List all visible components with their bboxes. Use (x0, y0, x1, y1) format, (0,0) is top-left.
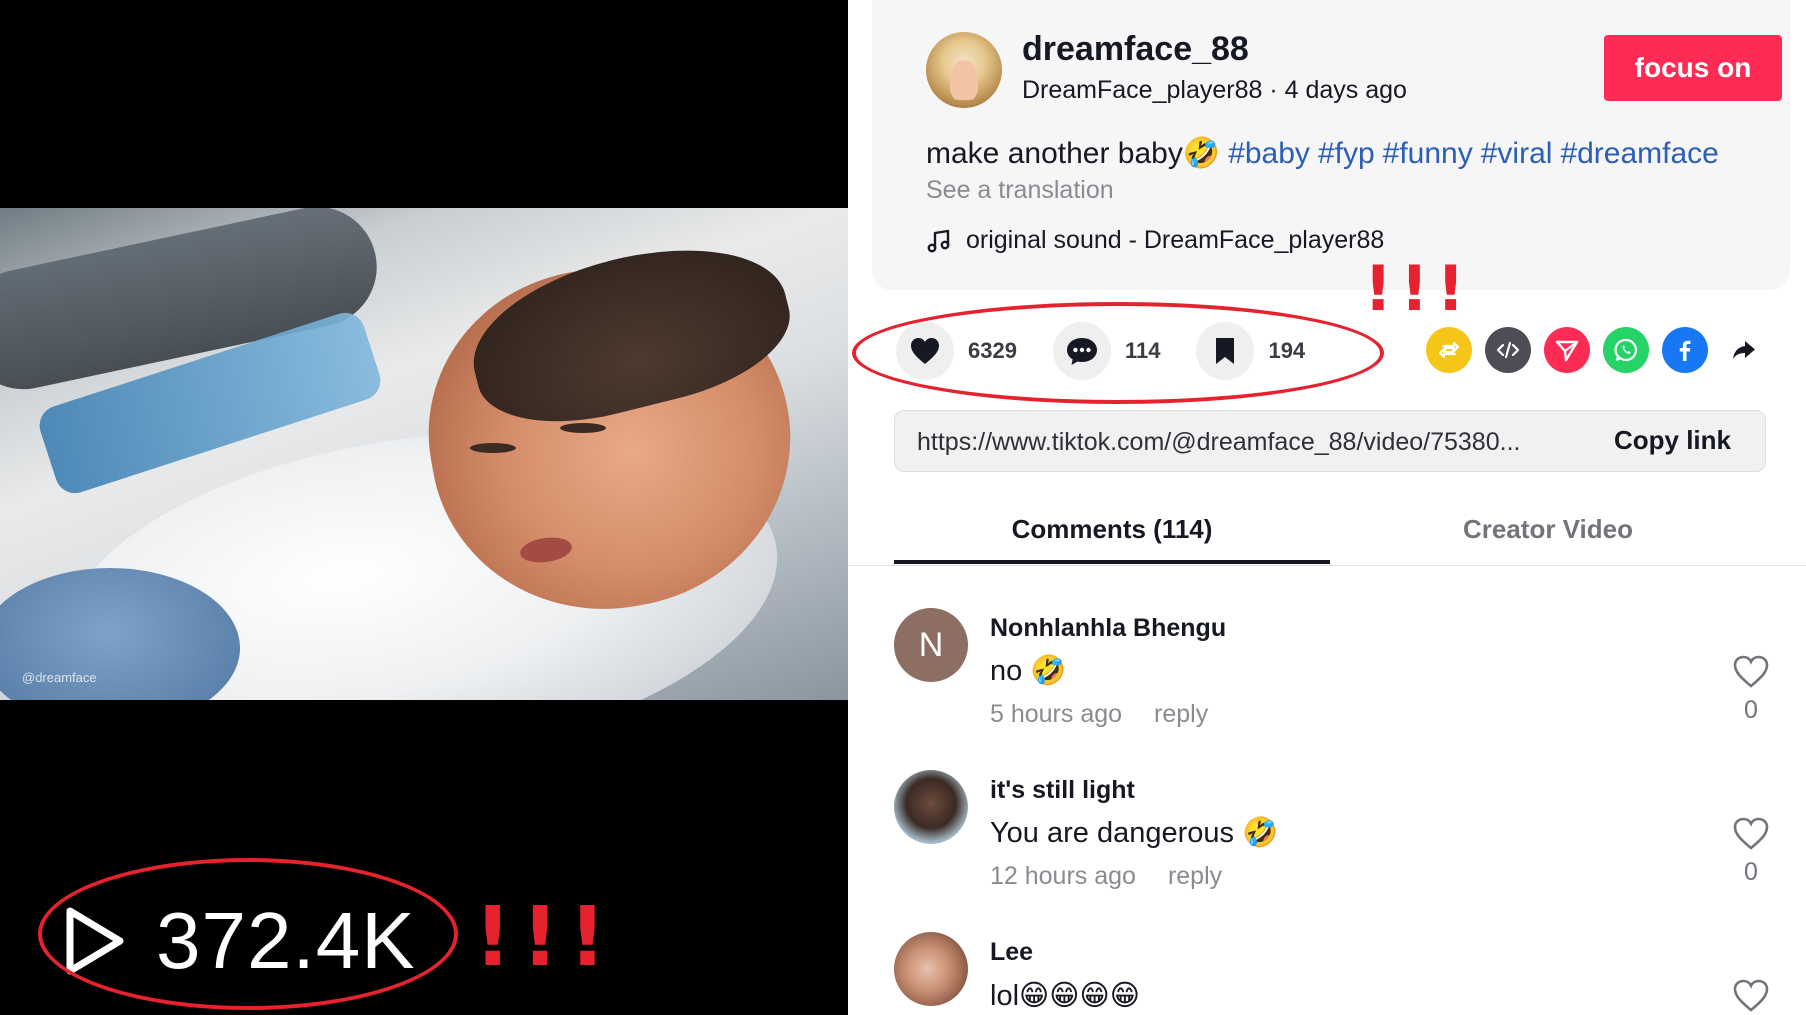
heart-outline-icon[interactable] (1732, 816, 1770, 852)
author-username[interactable]: dreamface_88 (1022, 30, 1249, 69)
author-handle[interactable]: DreamFace_player88 (1022, 76, 1262, 104)
comment-item: it's still light You are dangerous 🤣 12 … (894, 770, 1774, 920)
author-meta: DreamFace_player88 · 4 days ago (1022, 76, 1407, 105)
post-caption: make another baby🤣 #baby #fyp #funny #viral #… (926, 136, 1719, 171)
video-watermark: @dreamface (22, 670, 97, 685)
engagement-bar: 6329 114 194 (896, 322, 1341, 380)
baby-eye-right (470, 443, 516, 453)
hashtag-baby[interactable]: #baby (1228, 137, 1310, 170)
meta-separator: · (1269, 76, 1278, 104)
share-options (1426, 327, 1767, 373)
heart-outline-icon[interactable] (1732, 654, 1770, 690)
comment-item: Lee lol😁😁😁😁 (894, 932, 1774, 1015)
comment-text: lol😁😁😁😁 (990, 980, 1140, 1012)
comment-text: no 🤣 (990, 655, 1067, 687)
caption-text: make another baby🤣 (926, 137, 1221, 170)
comment-time: 12 hours ago (990, 862, 1136, 890)
tab-comments[interactable]: Comments (114) (894, 514, 1330, 545)
commenter-avatar[interactable] (894, 932, 968, 1006)
post-info-card: dreamface_88 DreamFace_player88 · 4 days… (872, 0, 1790, 290)
commenter-name[interactable]: it's still light (990, 776, 1135, 805)
save-button[interactable] (1196, 322, 1255, 380)
save-count: 194 (1268, 338, 1306, 363)
like-action[interactable]: 6329 (896, 322, 1017, 380)
see-translation-link[interactable]: See a translation (926, 176, 1114, 205)
comment-bubble-icon (1066, 338, 1097, 365)
commenter-avatar[interactable]: N (894, 608, 968, 682)
commenter-name[interactable]: Nonhlanhla Bhengu (990, 614, 1226, 643)
comment-meta: 5 hours ago reply (990, 700, 1208, 729)
save-action[interactable]: 194 (1196, 322, 1305, 380)
post-time: 4 days ago (1284, 76, 1407, 104)
embed-icon[interactable] (1485, 327, 1531, 373)
annotation-circle-views (38, 858, 458, 1010)
hashtag-viral[interactable]: #viral (1481, 137, 1553, 170)
comment-count: 114 (1124, 338, 1161, 363)
comment-meta: 12 hours ago reply (990, 862, 1222, 891)
reply-button[interactable]: reply (1168, 862, 1222, 890)
like-count: 6329 (968, 338, 1017, 363)
comment-time: 5 hours ago (990, 700, 1123, 728)
avatar-initial: N (918, 625, 944, 664)
commenter-avatar[interactable] (894, 770, 968, 844)
share-arrow-icon[interactable] (1721, 327, 1767, 373)
whatsapp-icon[interactable] (1603, 327, 1649, 373)
sound-title: original sound - DreamFace_player88 (966, 226, 1385, 254)
copy-link-button[interactable]: Copy link (1614, 425, 1731, 456)
comment-text: You are dangerous 🤣 (990, 817, 1279, 849)
follow-button[interactable]: focus on (1604, 35, 1782, 101)
reply-button[interactable]: reply (1154, 700, 1208, 728)
comment-like-count: 0 (1744, 858, 1758, 886)
comment-action[interactable]: 114 (1052, 322, 1161, 380)
tab-bar: Comments (114) Creator Video (848, 500, 1806, 566)
details-panel: dreamface_88 DreamFace_player88 · 4 days… (848, 0, 1806, 1015)
video-player[interactable]: @dreamface 372.4K !!! (0, 0, 848, 1015)
repost-icon[interactable] (1426, 327, 1472, 373)
video-link-bar: https://www.tiktok.com/@dreamface_88/vid… (894, 410, 1766, 472)
comment-item: N Nonhlanhla Bhengu no 🤣 5 hours ago repl… (894, 608, 1774, 758)
tab-creator-video[interactable]: Creator Video (1330, 514, 1766, 545)
music-note-icon (927, 229, 950, 252)
hashtag-fyp[interactable]: #fyp (1318, 137, 1375, 170)
author-avatar[interactable] (926, 32, 1002, 108)
hashtag-dreamface[interactable]: #dreamface (1560, 137, 1718, 170)
like-button[interactable] (896, 322, 954, 380)
send-icon[interactable] (1544, 327, 1590, 373)
comment-button[interactable] (1052, 322, 1111, 380)
comment-like-count: 0 (1744, 696, 1758, 724)
commenter-name[interactable]: Lee (990, 938, 1033, 967)
active-tab-indicator (894, 560, 1330, 564)
facebook-icon[interactable] (1662, 327, 1708, 373)
heart-icon (911, 338, 939, 364)
baby-eye-left (560, 423, 606, 433)
sound-link[interactable]: original sound - DreamFace_player88 (926, 226, 1384, 255)
annotation-exclamation: !!! (1364, 252, 1473, 325)
video-frame[interactable]: @dreamface (0, 208, 848, 700)
heart-outline-icon[interactable] (1732, 978, 1770, 1014)
video-url[interactable]: https://www.tiktok.com/@dreamface_88/vid… (917, 428, 1597, 457)
bookmark-icon (1216, 338, 1235, 364)
hashtag-funny[interactable]: #funny (1383, 137, 1473, 170)
annotation-exclamation: !!! (474, 890, 617, 985)
